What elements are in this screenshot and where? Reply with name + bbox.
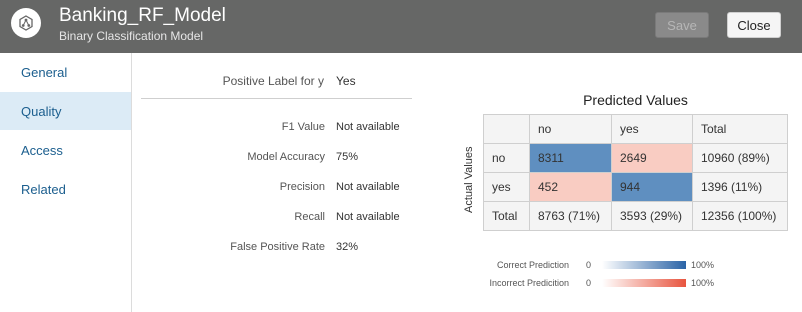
table-header-row: no yes Total xyxy=(483,114,788,144)
header-bar: Banking_RF_Model Binary Classification M… xyxy=(0,0,802,53)
matrix-cell: 2649 xyxy=(611,143,693,173)
legend-min-correct: 0 xyxy=(586,260,592,270)
page-subtitle: Binary Classification Model xyxy=(59,29,204,43)
table-row: Total 8763 (71%) 3593 (29%) 12356 (100%) xyxy=(483,201,788,231)
sidebar: General Quality Access Related xyxy=(0,53,132,312)
matrix-cell: 944 xyxy=(611,172,693,202)
save-button[interactable]: Save xyxy=(655,12,709,38)
legend-min-incorrect: 0 xyxy=(586,278,592,288)
total-cell: 1396 (11%) xyxy=(692,172,788,202)
legend-label-correct: Correct Prediction xyxy=(496,260,569,270)
metric-label-accuracy: Model Accuracy xyxy=(247,151,325,163)
positive-label-label: Positive Label for y xyxy=(222,74,324,88)
table-row: yes 452 944 1396 (11%) xyxy=(483,172,788,202)
confusion-matrix-title: Predicted Values xyxy=(583,92,688,108)
metric-value-accuracy: 75% xyxy=(336,151,359,163)
total-cell: 8763 (71%) xyxy=(529,201,612,231)
section-divider xyxy=(141,98,412,99)
metric-label-false-positive-rate: False Positive Rate xyxy=(230,241,325,253)
model-node-icon xyxy=(19,15,33,31)
metric-label-precision: Precision xyxy=(279,181,325,193)
matrix-cell: 8311 xyxy=(529,143,612,173)
table-header-cell: no xyxy=(529,114,612,144)
table-header-cell: Total xyxy=(692,114,788,144)
total-cell: 12356 (100%) xyxy=(692,201,788,231)
model-logo xyxy=(11,8,41,38)
positive-label-value: Yes xyxy=(336,74,356,88)
metric-value-f1: Not available xyxy=(336,121,400,133)
sidebar-item-general[interactable]: General xyxy=(0,53,131,91)
sidebar-item-access[interactable]: Access xyxy=(0,131,131,169)
table-header-cell xyxy=(483,114,530,144)
metric-label-f1: F1 Value xyxy=(281,121,325,133)
total-cell: 3593 (29%) xyxy=(611,201,693,231)
metric-label-recall: Recall xyxy=(294,211,325,223)
close-button[interactable]: Close xyxy=(727,12,781,38)
confusion-matrix-table: no yes Total no 8311 2649 10960 (89%) ye… xyxy=(483,114,788,231)
legend-max-incorrect: 100% xyxy=(691,278,715,288)
legend-label-incorrect: Incorrect Predicition xyxy=(489,278,569,288)
legend-gradient-incorrect xyxy=(602,279,686,287)
metric-value-false-positive-rate: 32% xyxy=(336,241,359,253)
legend-max-correct: 100% xyxy=(691,260,715,270)
row-header-cell: yes xyxy=(483,172,530,202)
confusion-matrix-y-axis-label: Actual Values xyxy=(463,146,475,213)
matrix-cell: 452 xyxy=(529,172,612,202)
metric-value-recall: Not available xyxy=(336,211,400,223)
table-header-cell: yes xyxy=(611,114,693,144)
metric-value-precision: Not available xyxy=(336,181,400,193)
page-title: Banking_RF_Model xyxy=(59,5,226,26)
sidebar-item-related[interactable]: Related xyxy=(0,170,131,208)
row-header-cell: no xyxy=(483,143,530,173)
table-row: no 8311 2649 10960 (89%) xyxy=(483,143,788,173)
sidebar-item-quality[interactable]: Quality xyxy=(0,92,131,130)
legend-gradient-correct xyxy=(602,261,686,269)
row-header-cell: Total xyxy=(483,201,530,231)
total-cell: 10960 (89%) xyxy=(692,143,788,173)
